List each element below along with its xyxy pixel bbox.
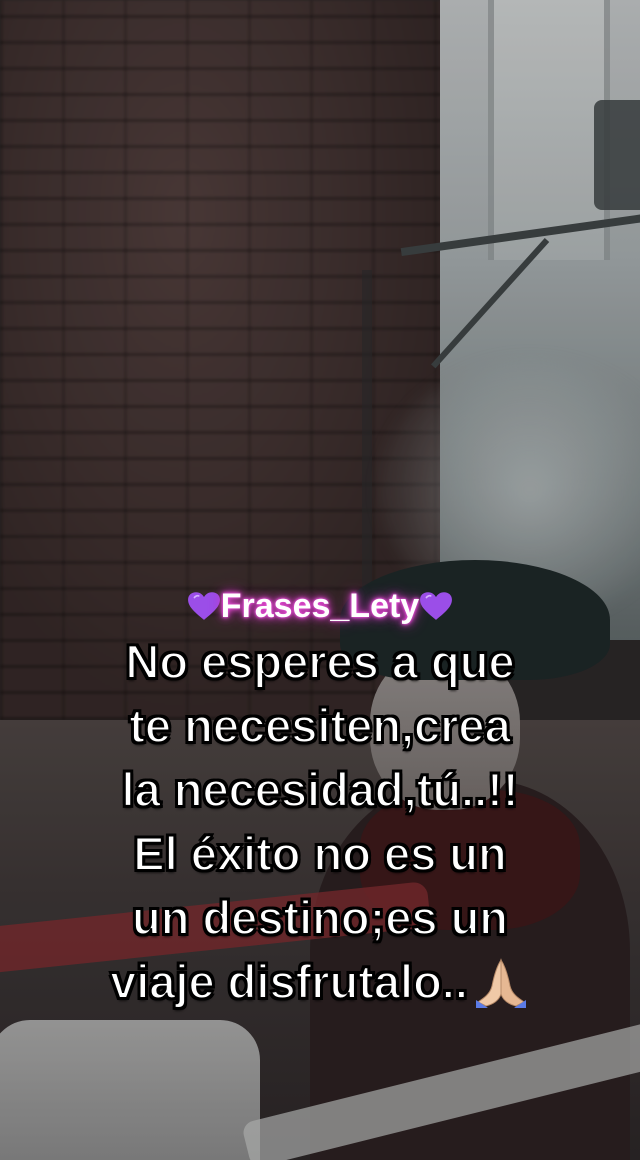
quote-line: la necesidad,tú..!!: [121, 762, 520, 817]
creator-handle: Frases_Lety: [0, 584, 640, 628]
quote-text: No esperes a que te necesiten,crea la ne…: [0, 630, 640, 1014]
quote-line: un destino;es un: [131, 890, 509, 945]
video-frame[interactable]: Frases_Lety No esperes a que te necesite…: [0, 0, 640, 1160]
quote-line: El éxito no es un: [132, 826, 507, 881]
creator-handle-text: Frases_Lety: [220, 587, 420, 625]
quote-line: No esperes a que: [124, 634, 515, 689]
quote-line-last: viaje disfrutalo..: [0, 950, 640, 1014]
quote-line-text: viaje disfrutalo..: [109, 954, 469, 1009]
quote-line: te necesiten,crea: [128, 698, 511, 753]
folded-hands-icon: [475, 958, 526, 1008]
caption-overlay: Frases_Lety No esperes a que te necesite…: [0, 584, 640, 1014]
purple-heart-icon: [187, 592, 220, 620]
purple-heart-icon: [420, 592, 453, 620]
